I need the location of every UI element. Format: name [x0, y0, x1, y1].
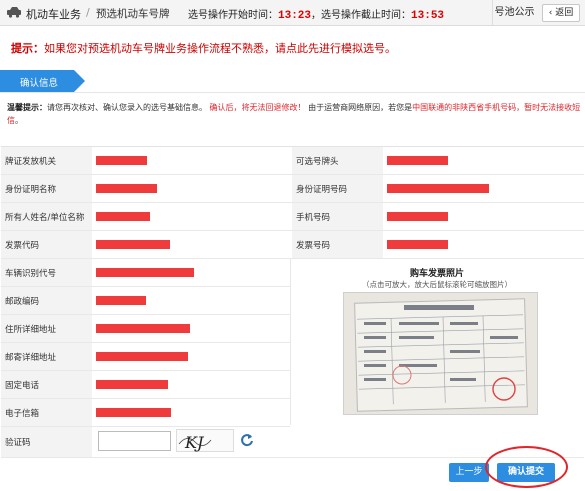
field-value-redacted: [96, 371, 168, 398]
previous-step-button[interactable]: 上一步: [449, 463, 489, 482]
captcha-graphic: KJ: [178, 433, 212, 452]
field-value-redacted: [96, 175, 157, 202]
field-value-redacted: [387, 175, 489, 202]
car-icon: [7, 7, 21, 18]
field-label: 住所详细地址: [1, 315, 92, 342]
field-label: 邮政编码: [1, 287, 92, 314]
form-row: 邮寄详细地址: [1, 343, 290, 371]
captcha-text: KJ: [184, 433, 205, 452]
invoice-photo[interactable]: [343, 292, 538, 415]
form-row: 所有人姓名/单位名称 手机号码: [1, 203, 584, 231]
reminder-label: 温馨提示：: [7, 103, 47, 112]
redaction-bar: [96, 352, 188, 361]
end-time-label: 选号操作截止时间：: [321, 10, 412, 21]
photo-title: 购车发票照片: [409, 269, 464, 279]
warm-reminder: 温馨提示：请您再次核对、确认您录入的选号基础信息。 确认后，将无法回退修改！ 由…: [7, 101, 581, 127]
redaction-bar: [96, 380, 168, 389]
field-label: 所有人姓名/单位名称: [1, 203, 92, 230]
field-value-redacted: [96, 287, 146, 314]
invoice-photo-area: 购车发票照片 （点击可放大，放大后鼠标滚轮可缩放图片）: [290, 259, 583, 425]
form-row: 住所详细地址: [1, 315, 290, 343]
redaction-bar: [96, 184, 157, 193]
captcha-label: 验证码: [1, 427, 92, 457]
reminder-text-1: 请您再次核对、确认您录入的选号基础信息。: [47, 103, 207, 112]
start-time-value: 13:23: [278, 10, 312, 22]
captcha-image[interactable]: KJ: [176, 429, 234, 452]
top-bar: 机动车业务 / 预选机动车号牌 选号操作开始时间：13:23，选号操作截止时间：…: [0, 0, 585, 26]
chevron-left-icon: ‹: [548, 8, 553, 18]
field-value-redacted: [96, 343, 188, 370]
form-row: 车辆识别代号: [1, 259, 290, 287]
start-time-label: 选号操作开始时间：: [188, 10, 278, 21]
field-value-redacted: [96, 259, 194, 286]
redaction-bar: [96, 240, 170, 249]
step-indicator: 确认信息: [0, 70, 85, 92]
form-row: 发票代码 发票号码: [1, 231, 584, 259]
redaction-bar: [387, 212, 448, 221]
field-value-redacted: [96, 203, 150, 230]
refresh-icon[interactable]: [240, 433, 254, 447]
redaction-bar: [387, 156, 448, 165]
step-label: 确认信息: [20, 78, 59, 89]
redaction-bar: [96, 324, 190, 333]
redaction-bar: [96, 156, 147, 165]
field-label: 固定电话: [1, 371, 92, 398]
divider: [0, 92, 585, 93]
redaction-bar: [96, 268, 194, 277]
form-row: 邮政编码: [1, 287, 290, 315]
captcha-input[interactable]: [98, 431, 171, 451]
simulation-tip-link[interactable]: 提示：如果您对预选机动车号牌业务操作流程不熟悉，请点此先进行模拟选号。: [11, 40, 396, 56]
form-row: 电子信箱: [1, 399, 290, 427]
form-row: 固定电话: [1, 371, 290, 399]
field-label: 邮寄详细地址: [1, 343, 92, 370]
field-value-redacted: [387, 203, 448, 230]
field-value-redacted: [387, 147, 448, 174]
field-label: 电子信箱: [1, 399, 92, 426]
field-label: 身份证明名称: [1, 175, 92, 202]
field-label: 身份证明号码: [292, 175, 383, 202]
form-row: 身份证明名称 身份证明号码: [1, 175, 584, 203]
back-button[interactable]: ‹ 返回: [542, 4, 580, 22]
field-value-redacted: [387, 231, 448, 258]
breadcrumb-current: 预选机动车号牌: [96, 8, 170, 20]
field-label: 牌证发放机关: [1, 147, 92, 174]
field-label: 发票代码: [1, 231, 92, 258]
field-label: 车辆识别代号: [1, 259, 92, 286]
end-time-value: 13:53: [411, 10, 445, 22]
field-label: 可选号牌头: [292, 147, 383, 174]
reminder-warning: 确认后，将无法回退修改！: [209, 103, 306, 112]
redaction-bar: [387, 184, 489, 193]
invoice-image: [344, 293, 537, 414]
operation-time-info: 选号操作开始时间：13:23，选号操作截止时间：13:53: [188, 6, 444, 22]
photo-subtitle: （点击可放大，放大后鼠标滚轮可缩放图片）: [362, 280, 512, 289]
form-row: 牌证发放机关 可选号牌头: [1, 147, 584, 175]
field-label: 手机号码: [292, 203, 383, 230]
redaction-bar: [96, 212, 150, 221]
breadcrumb-separator: /: [86, 6, 90, 19]
field-value-redacted: [96, 147, 147, 174]
number-pool-button[interactable]: 号池公示: [492, 0, 536, 26]
field-value-redacted: [96, 315, 190, 342]
redaction-bar: [96, 408, 171, 417]
confirm-info-form: 牌证发放机关 可选号牌头 身份证明名称 身份证明号码 所有人姓名/单位名称 手机号码 发票代…: [1, 146, 584, 458]
time-separator: ，: [311, 10, 322, 21]
redaction-bar: [387, 240, 448, 249]
field-value-redacted: [96, 231, 170, 258]
tip-text: 如果您对预选机动车号牌业务操作流程不熟悉，请点此先进行模拟选号。: [44, 42, 396, 55]
field-label: 发票号码: [292, 231, 383, 258]
back-button-label: 返回: [555, 8, 574, 18]
reminder-text-2: 由于运营商网络原因，若您是: [308, 103, 413, 112]
redaction-bar: [96, 296, 146, 305]
reminder-end: 。: [15, 116, 23, 125]
field-value-redacted: [96, 399, 171, 426]
highlight-circle: [485, 446, 568, 488]
tip-prefix: 提示：: [11, 42, 44, 55]
app-title[interactable]: 机动车业务: [26, 6, 81, 22]
